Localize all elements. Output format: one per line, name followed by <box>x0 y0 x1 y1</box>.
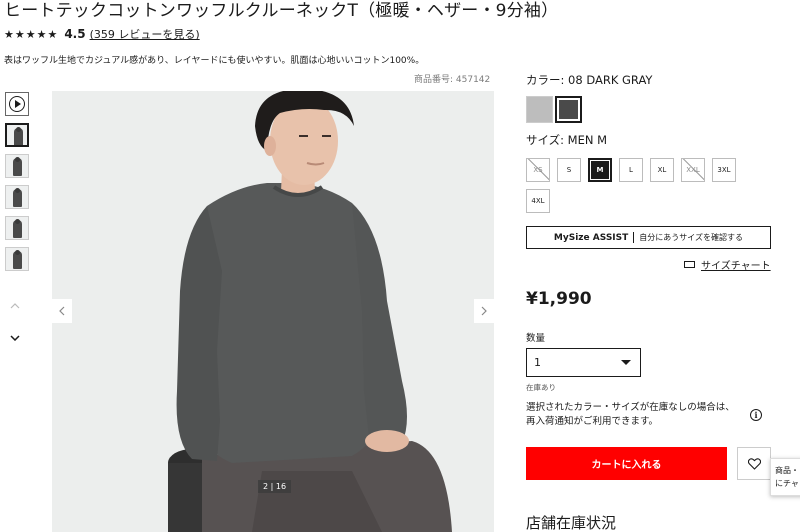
favorite-button[interactable] <box>737 447 771 480</box>
thumbnails-up-icon[interactable] <box>10 298 20 312</box>
popup-line-1: 商品・ <box>775 466 799 475</box>
thumbnail-image[interactable] <box>5 123 29 147</box>
mysize-assist-button[interactable]: MySize ASSIST 自分にあうサイズを確認する <box>526 226 771 249</box>
size-4xl[interactable]: 4XL <box>526 189 550 213</box>
review-link[interactable]: (359 レビューを見る) <box>90 26 200 42</box>
play-icon <box>9 96 25 112</box>
product-description: 表はワッフル生地でカジュアル感があり、レイヤードにも使いやすい。肌面は心地いいコ… <box>4 56 425 66</box>
thumbnail-video[interactable] <box>5 92 29 116</box>
size-s[interactable]: S <box>557 158 581 182</box>
stock-status: 在庫あり <box>526 383 556 392</box>
size-xxl[interactable]: XXL <box>681 158 705 182</box>
thumbnails-down-icon[interactable] <box>10 330 20 344</box>
color-label: カラー: 08 DARK GRAY <box>526 73 653 87</box>
thumbnail-image[interactable] <box>5 216 29 240</box>
quantity-select[interactable]: 1 <box>526 348 641 377</box>
quantity-label: 数量 <box>526 333 546 344</box>
notice-line-2: 再入荷通知がご利用できます。 <box>526 416 659 427</box>
mysize-text: 自分にあうサイズを確認する <box>639 233 744 242</box>
size-m[interactable]: M <box>588 158 612 182</box>
caret-down-icon <box>621 360 631 365</box>
thumbnail-image[interactable] <box>5 185 29 209</box>
rating: ★★★★★ 4.5 (359 レビューを見る) <box>4 26 200 42</box>
size-m-label: M <box>591 161 609 179</box>
rating-stars: ★★★★★ <box>4 27 59 41</box>
swatch-dark-gray[interactable] <box>555 96 582 123</box>
divider <box>633 232 635 243</box>
ruler-icon <box>684 261 695 268</box>
thumbnail-list <box>5 92 31 278</box>
size-label: サイズ: MEN M <box>526 133 608 147</box>
thumbnail-image[interactable] <box>5 247 29 271</box>
size-xl[interactable]: XL <box>650 158 674 182</box>
size-xs[interactable]: XS <box>526 158 550 182</box>
chat-popup[interactable]: 商品・ にチャ <box>770 458 800 496</box>
size-l[interactable]: L <box>619 158 643 182</box>
restock-notice: 選択されたカラー・サイズが在庫なしの場合は、 再入荷通知がご利用できます。 <box>526 401 735 429</box>
notice-line-1: 選択されたカラー・サイズが在庫なしの場合は、 <box>526 402 735 413</box>
model-illustration <box>52 91 494 532</box>
mysize-brand: MySize ASSIST <box>553 232 629 243</box>
size-3xl[interactable]: 3XL <box>712 158 736 182</box>
info-icon[interactable]: i <box>750 409 762 421</box>
chevron-right-icon <box>481 306 487 316</box>
chevron-left-icon <box>59 306 65 316</box>
image-next-button[interactable] <box>474 299 494 323</box>
store-stock-heading: 店舗在庫状況 <box>526 514 617 532</box>
quantity-value: 1 <box>534 356 541 369</box>
size-chart-link[interactable]: サイズチャート <box>684 257 771 272</box>
popup-line-2: にチャ <box>775 479 799 488</box>
rating-value: 4.5 <box>64 27 86 41</box>
heart-icon <box>747 457 761 470</box>
image-prev-button[interactable] <box>52 299 72 323</box>
image-counter: 2 | 16 <box>258 480 292 493</box>
size-chart-label: サイズチャート <box>701 261 771 272</box>
price: ¥1,990 <box>526 289 592 309</box>
main-product-image: 2 | 16 <box>52 91 494 532</box>
swatch-gray[interactable] <box>526 96 553 123</box>
add-to-cart-button[interactable]: カートに入れる <box>526 447 727 480</box>
product-number: 商品番号: 457142 <box>414 75 491 85</box>
product-title: ヒートテックコットンワッフルクルーネックT（極暖・ヘザー・9分袖） <box>4 1 559 21</box>
thumbnail-image[interactable] <box>5 154 29 178</box>
